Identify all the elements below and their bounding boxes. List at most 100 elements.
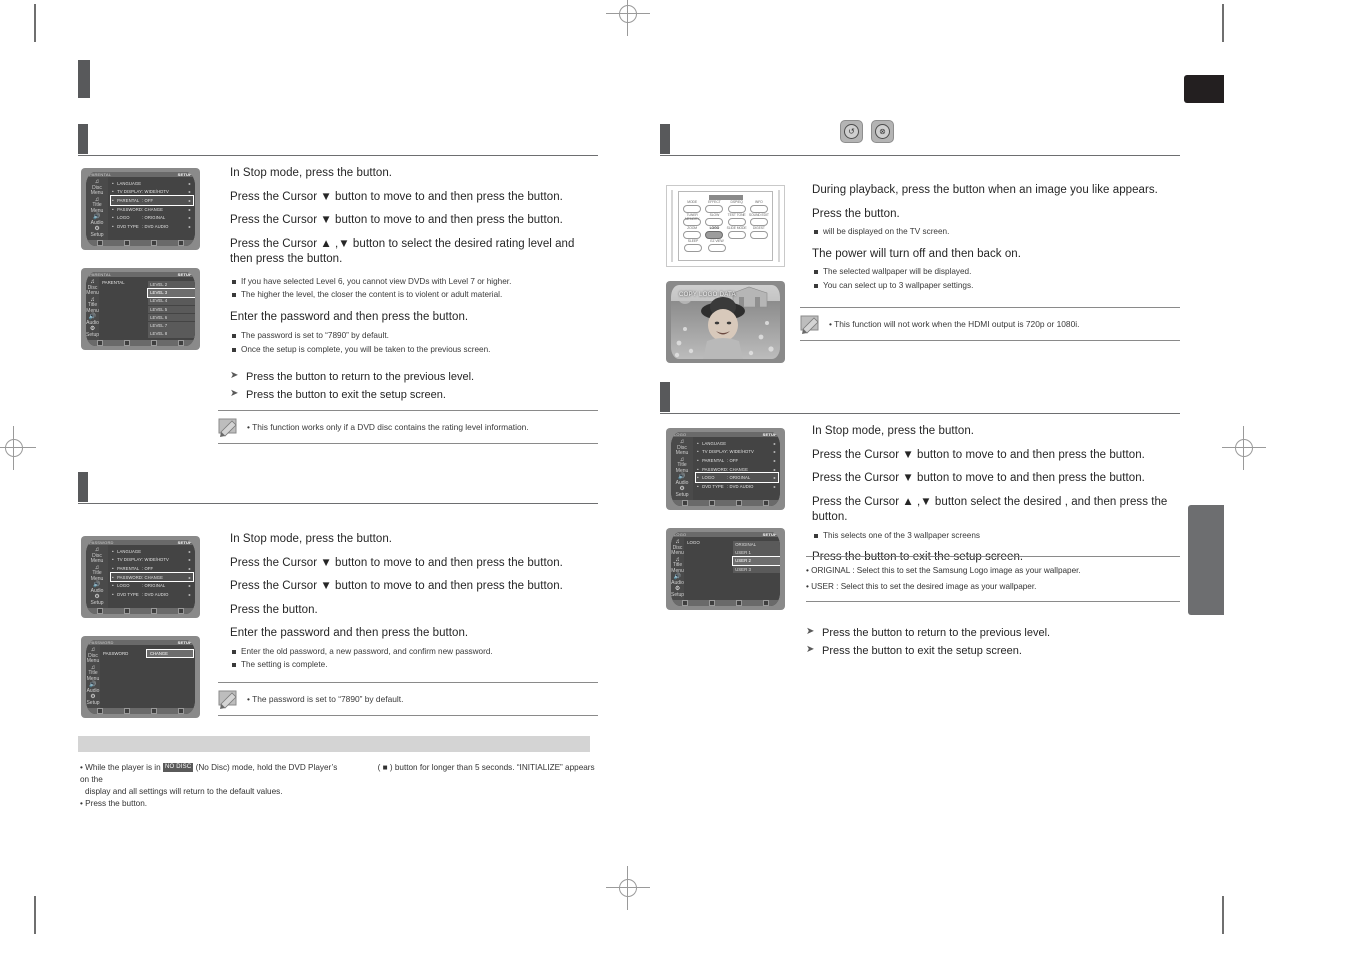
description-user: • USER : Select this to set the desired …	[806, 581, 1037, 591]
dvd-audio-icon: ↺	[840, 120, 863, 143]
step-2: Press the Cursor ▼ button to move to and…	[230, 556, 563, 569]
remote-button-sleep[interactable]	[684, 244, 702, 252]
section-rule-password	[78, 503, 598, 504]
bullet: The selected wallpaper will be displayed…	[812, 266, 1180, 278]
bullet: Once the setup is complete, you will be …	[230, 344, 598, 356]
step-5: Enter the password and then press the bu…	[230, 627, 469, 640]
remote-button-effect[interactable]	[705, 205, 724, 213]
remote-button-info[interactable]	[749, 205, 768, 213]
photo-caption: COPY LOGO DATA	[679, 292, 736, 298]
menu-row-selected: • PARENTAL: OFF ▸	[110, 195, 194, 206]
arrow-note: Press the button to return to the previo…	[230, 369, 598, 385]
menu-row: • LANGUAGE ▸	[112, 548, 191, 554]
registration-mark-right	[1222, 426, 1266, 470]
tv-botbar-icon	[151, 340, 158, 346]
note-text: • The password is set to “7890” by defau…	[247, 694, 404, 704]
pencil-icon	[800, 314, 822, 334]
title-menu-icon: ♫ Title Menu	[671, 556, 684, 574]
logo-option-list: ORIGINAL USER 1 USER 2 USER 3	[687, 539, 780, 574]
section-header-password	[78, 472, 598, 504]
level-item-selected: LEVEL 3	[147, 288, 195, 298]
disc-menu-icon: ♫ Disc Menu	[86, 279, 99, 297]
tv-bottom-bar	[86, 608, 195, 614]
crop-mark-tl	[34, 4, 36, 42]
descriptions-bottom-rule	[806, 600, 1180, 602]
setup-gear-icon: ⚙ Setup	[86, 326, 100, 338]
remote-label: SLEEP	[687, 239, 699, 243]
password-field-value: CHANGE	[146, 649, 194, 658]
bullet: The setting is complete.	[230, 659, 598, 671]
footnote-line-2: display and all settings will return to …	[85, 786, 283, 796]
footnote-line-1: • While the player is in NO DISC (No Dis…	[80, 762, 596, 786]
disc-type-icons: ↺ ⊗	[840, 120, 894, 143]
arrow-note: Press the button to exit the setup scree…	[230, 387, 598, 403]
remote-button-test-tone[interactable]	[727, 218, 746, 226]
setup-gear-icon: ⚙ Setup	[90, 594, 104, 606]
tv-screen-photo-capture: COPY LOGO DATA	[666, 281, 785, 363]
step-3: Press the Cursor ▼ button to move to and…	[812, 472, 1145, 485]
setup-gear-icon: ⚙ Setup	[86, 694, 100, 706]
level-item: LEVEL 7	[148, 321, 195, 330]
wallpaper-capture-steps: During playback, press the button when a…	[812, 183, 1180, 294]
section-header-wallpaper-capture: ↺ ⊗	[660, 120, 1180, 156]
step-4: Press the Cursor ▲ ,▼ button to select t…	[230, 237, 575, 266]
menu-row: • PARENTAL: OFF ▸	[697, 457, 776, 463]
step-2: Press the Cursor ▼ button to move to and…	[230, 190, 563, 203]
remote-button-logo[interactable]	[705, 231, 724, 239]
logo-option: ORIGINAL	[733, 541, 780, 549]
bullet: Enter the old password, a new password, …	[230, 646, 598, 658]
registration-mark-bottom	[606, 866, 650, 910]
tv-botbar-icon	[123, 608, 130, 614]
parental-steps: In Stop mode, press the button. Press th…	[230, 166, 598, 406]
no-disc-badge: NO DISC	[162, 763, 194, 773]
menu-row: • LANGUAGE ▸	[697, 440, 776, 446]
page-number-tab	[1184, 75, 1224, 103]
remote-label: SOUND EDIT	[748, 213, 769, 217]
remote-button-most[interactable]	[705, 218, 724, 226]
remote-button-digest[interactable]	[749, 231, 768, 239]
step-3: The power will turn off and then back on…	[812, 247, 1021, 260]
note-text: • This function will not work when the H…	[829, 319, 1080, 329]
tv-botbar-icon	[151, 708, 158, 714]
level-item: LEVEL 8	[148, 330, 195, 338]
section-tab-wallpaper-select	[660, 382, 670, 412]
tv-botbar-icon	[763, 500, 770, 506]
remote-button-zoom[interactable]	[683, 231, 702, 239]
remote-button-dspeq[interactable]	[727, 205, 746, 213]
tv-botbar-icon	[96, 608, 103, 614]
section-tab-parental	[78, 124, 88, 154]
menu-row: • DVD TYPE: DVD AUDIO ▸	[112, 591, 191, 597]
tv-botbar-icon	[123, 340, 130, 346]
title-menu-icon: ♫ Title Menu	[90, 196, 104, 214]
tv-botbar-icon	[123, 708, 130, 714]
level-item: LEVEL 2	[148, 281, 195, 289]
section-header-parental	[78, 124, 598, 156]
level-item: LEVEL 5	[148, 305, 195, 314]
initialize-header-bar	[78, 736, 590, 752]
remote-button-sound-edit[interactable]	[749, 218, 768, 226]
remote-button-mode[interactable]	[683, 205, 702, 213]
remote-button-ez-view[interactable]	[708, 244, 726, 252]
tv-botbar-icon	[736, 500, 743, 506]
remote-button-slide-mode[interactable]	[727, 231, 746, 239]
crop-mark-bl	[34, 896, 36, 934]
menu-row: • TV DISPLAY: WIDE/HDTV ▸	[112, 189, 191, 195]
menu-row: • PASSWORD: CHANGE ▸	[697, 466, 776, 472]
remote-label: EZ VIEW	[710, 239, 724, 243]
step-4: Press the button.	[230, 603, 318, 616]
disc-menu-icon: ♫ Disc Menu	[90, 547, 104, 565]
disc-menu-icon: ♫ Disc Menu	[671, 539, 684, 557]
tv-botbar-icon	[151, 608, 158, 614]
disc-menu-icon: ♫ Disc Menu	[86, 647, 100, 665]
bullet: This selects one of the 3 wallpaper scre…	[812, 530, 1180, 542]
audio-icon: 🔊 Audio	[675, 474, 689, 486]
footnote-text-b: (No Disc) mode, hold the DVD Player’s	[195, 763, 338, 772]
logo-field-label: LOGO	[687, 540, 700, 545]
setup-gear-icon: ⚙ Setup	[671, 586, 685, 598]
tv-screen-parental-levels: PARENTAL SETUP ♫ Disc Menu ♫ Title Menu 🔊 A…	[81, 268, 200, 350]
step-1: During playback, press the button when a…	[812, 184, 1158, 196]
title-menu-icon: ♫ Title Menu	[90, 564, 104, 582]
tv-screen-logo-options: LOGO SETUP ♫ Disc Menu ♫ Title Menu 🔊 Audio…	[666, 528, 785, 610]
tv-screen-setup-logo: LOGO SETUP ♫ Disc Menu ♫ Title Menu 🔊 Audio…	[666, 428, 785, 510]
tv-sidebar: ♫ Disc Menu ♫ Title Menu 🔊 Audio ⚙ Setup	[86, 545, 109, 609]
